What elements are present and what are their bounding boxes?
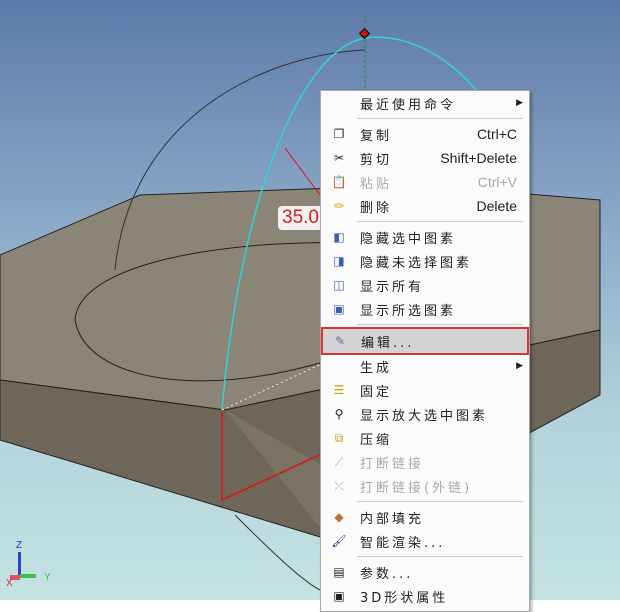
menu-item-label: 删除 [360, 200, 393, 216]
eraser-icon: ✏ [333, 199, 345, 213]
menu-item-shortcut: Ctrl+C [476, 126, 517, 142]
menu-item-label: 粘贴 [360, 176, 393, 192]
copy-icon: ❐ [333, 127, 345, 141]
menu-item[interactable]: ❐ 复制 Ctrl+C [321, 122, 529, 146]
paste-icon: 📋 [331, 175, 347, 189]
menu-item[interactable]: 最近使用命令 ▶ [321, 91, 529, 115]
menu-item-shortcut: Shift+Delete [440, 150, 517, 166]
menu-item[interactable]: ⚲ 显示放大选中图素 [321, 402, 529, 426]
submenu-arrow-icon: ▶ [516, 98, 523, 108]
menu-item-label: 显示放大选中图素 [360, 408, 489, 424]
show-all-icon: ◫ [333, 278, 345, 292]
edit-icon: ✎ [334, 334, 346, 348]
hide-unselected-icon: ◨ [333, 254, 345, 268]
menu-item[interactable]: ◫ 显示所有 [321, 273, 529, 297]
axis-triad: Z Y X [6, 540, 56, 590]
fill-icon: ◆ [334, 510, 344, 524]
menu-item[interactable]: ⧉ 压缩 [321, 426, 529, 450]
show-selected-icon: ▣ [333, 302, 345, 316]
anchor-icon: ☰ [333, 383, 345, 397]
menu-item-label: 参数... [360, 566, 414, 582]
menu-item-label: 隐藏选中图素 [360, 231, 457, 247]
y-axis-label: Y [44, 572, 51, 583]
menu-item-shortcut: Delete [476, 198, 517, 214]
context-menu: 最近使用命令 ▶ ❐ 复制 Ctrl+C ✂ 剪切 Shift+Delete 📋 粘贴 Ctrl+V… [320, 90, 530, 612]
menu-item-label: 压缩 [360, 432, 393, 448]
menu-item-label: 生成 [360, 360, 393, 376]
z-axis-icon [18, 552, 21, 576]
menu-separator [357, 324, 523, 325]
menu-item-label: 显示所有 [360, 279, 425, 295]
menu-item[interactable]: 🖌 智能渲染... [321, 529, 529, 553]
brush-icon: 🖌 [331, 534, 347, 548]
parameters-icon: ▤ [333, 565, 345, 579]
menu-item[interactable]: ▣ 3D形状属性 [321, 584, 529, 608]
menu-item-label: 3D形状属性 [360, 590, 449, 606]
x-axis-label: X [6, 578, 13, 589]
menu-item[interactable]: ◧ 隐藏选中图素 [321, 225, 529, 249]
menu-item-label: 显示所选图素 [360, 303, 457, 319]
menu-item-label: 隐藏未选择图素 [360, 255, 473, 271]
menu-item[interactable]: ✎ 编辑... [321, 327, 529, 355]
properties-icon: ▣ [333, 589, 345, 603]
menu-item[interactable]: ✏ 删除 Delete [321, 194, 529, 218]
menu-item[interactable]: ✂ 剪切 Shift+Delete [321, 146, 529, 170]
hide-selected-icon: ◧ [333, 230, 345, 244]
y-axis-icon [20, 574, 36, 578]
menu-item[interactable]: 📋 粘贴 Ctrl+V [321, 170, 529, 194]
z-axis-label: Z [16, 540, 23, 551]
menu-item-label: 编辑... [361, 335, 415, 351]
menu-separator [357, 118, 523, 119]
menu-item-label: 最近使用命令 [360, 97, 457, 113]
dimension-label[interactable]: 35.0 [278, 206, 324, 230]
menu-separator [357, 501, 523, 502]
menu-item[interactable]: 生成 ▶ [321, 354, 529, 378]
zoom-icon: ⚲ [334, 407, 344, 421]
menu-item-label: 内部填充 [360, 511, 425, 527]
menu-item[interactable]: ▣ 显示所选图素 [321, 297, 529, 321]
break-external-link-icon: ⤫ [334, 478, 344, 493]
blank-icon [330, 358, 348, 374]
menu-separator [357, 556, 523, 557]
blank-icon [330, 95, 348, 111]
menu-item-label: 复制 [360, 128, 393, 144]
menu-item[interactable]: ◆ 内部填充 [321, 505, 529, 529]
menu-item-label: 剪切 [360, 152, 393, 168]
compress-icon: ⧉ [334, 430, 344, 445]
menu-item[interactable]: ☰ 固定 [321, 378, 529, 402]
break-link-icon: ⟋ [334, 454, 344, 469]
menu-item-shortcut: Ctrl+V [477, 174, 517, 190]
menu-item[interactable]: ▤ 参数... [321, 560, 529, 584]
menu-item-label: 打断链接 [360, 456, 425, 472]
menu-item[interactable]: ◨ 隐藏未选择图素 [321, 249, 529, 273]
scissors-icon: ✂ [333, 151, 345, 165]
submenu-arrow-icon: ▶ [516, 361, 523, 371]
menu-item[interactable]: ⟋ 打断链接 [321, 450, 529, 474]
menu-item-label: 智能渲染... [360, 535, 446, 551]
menu-item-label: 固定 [360, 384, 393, 400]
menu-item-label: 打断链接(外链) [360, 480, 473, 496]
menu-item[interactable]: ⤫ 打断链接(外链) [321, 474, 529, 498]
menu-separator [357, 221, 523, 222]
